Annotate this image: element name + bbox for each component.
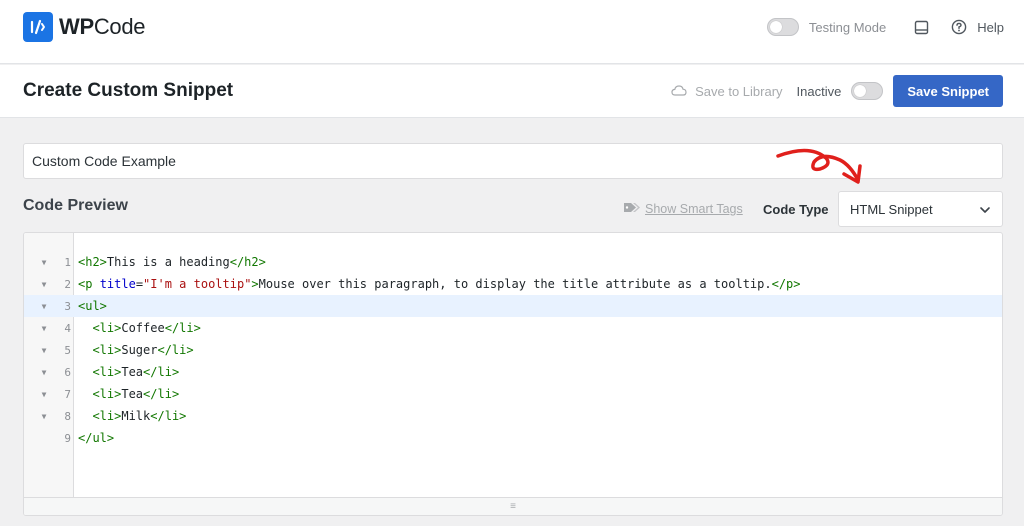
- code-token: <h2>: [78, 255, 107, 269]
- logo-text-wp: WP: [59, 14, 94, 39]
- line-number: 7: [64, 387, 71, 401]
- code-line[interactable]: ▼ 7 <li>Tea</li>: [24, 383, 1002, 405]
- page-header: Create Custom Snippet Save to Library In…: [0, 65, 1024, 118]
- code-token: </li>: [143, 365, 180, 379]
- line-number: 6: [64, 365, 71, 379]
- fold-triangle-icon[interactable]: ▼: [39, 368, 49, 377]
- toggle-knob: [769, 21, 782, 33]
- top-actions: Testing Mode Help: [766, 18, 1004, 36]
- code-preview-label: Code Preview: [23, 197, 128, 214]
- tag-icon: [623, 201, 641, 217]
- code-token: =: [135, 277, 144, 291]
- code-line[interactable]: 9 </ul>: [24, 427, 1002, 449]
- code-text: <li>Milk</li>: [78, 409, 186, 423]
- code-lines: ▼ 1 <h2>This is a heading</h2> ▼ 2 <p ti…: [24, 251, 1002, 449]
- code-text: <ul>: [78, 299, 107, 313]
- code-line[interactable]: ▼ 5 <li>Suger</li>: [24, 339, 1002, 361]
- fold-triangle-icon[interactable]: ▼: [39, 324, 49, 333]
- code-token: </li>: [143, 387, 180, 401]
- code-token: title: [99, 277, 136, 291]
- code-token: <li>: [92, 321, 122, 335]
- toggle-knob: [854, 85, 867, 97]
- code-type-select[interactable]: HTML Snippet: [838, 191, 1003, 227]
- code-token: <li>: [92, 409, 122, 423]
- fold-triangle-icon[interactable]: ▼: [39, 280, 49, 289]
- code-token: </ul>: [78, 431, 115, 445]
- line-number: 4: [64, 321, 71, 335]
- header-actions: Save to Library Inactive Save Snippet: [671, 75, 1003, 107]
- code-line-active[interactable]: ▼ 3 <ul>: [24, 295, 1002, 317]
- line-number: 9: [64, 431, 71, 445]
- active-toggle[interactable]: [851, 82, 884, 100]
- code-token: >: [251, 277, 259, 291]
- annotation-arrow: [770, 138, 870, 195]
- line-number: 8: [64, 409, 71, 423]
- code-token: This is a heading: [106, 255, 230, 269]
- fold-triangle-icon[interactable]: ▼: [39, 346, 49, 355]
- code-line[interactable]: ▼ 1 <h2>This is a heading</h2>: [24, 251, 1002, 273]
- code-token: Suger: [121, 343, 158, 357]
- code-line[interactable]: ▼ 6 <li>Tea</li>: [24, 361, 1002, 383]
- code-token: <li>: [92, 365, 122, 379]
- code-token: Milk: [121, 409, 151, 423]
- logo-text-code: Code: [93, 14, 146, 39]
- wpcode-logo-icon: [23, 12, 53, 42]
- line-number: 3: [64, 299, 71, 313]
- fold-triangle-icon[interactable]: ▼: [39, 258, 49, 267]
- wpcode-logo[interactable]: WPCode: [23, 12, 146, 42]
- fold-triangle-icon[interactable]: ▼: [39, 302, 49, 311]
- page-title: Create Custom Snippet: [23, 80, 234, 101]
- show-smart-tags-link[interactable]: Show Smart Tags: [623, 201, 743, 217]
- code-text: <p title="I'm a tooltip">Mouse over this…: [78, 277, 801, 291]
- screen-options-icon[interactable]: [914, 20, 929, 35]
- code-token: <li>: [92, 343, 122, 357]
- line-number: 2: [64, 277, 71, 291]
- code-token: </h2>: [229, 255, 266, 269]
- top-bar: WPCode Testing Mode Help: [0, 0, 1024, 64]
- code-text: <li>Tea</li>: [78, 365, 179, 379]
- code-token: </p>: [771, 277, 801, 291]
- line-number: 5: [64, 343, 71, 357]
- code-text: <li>Tea</li>: [78, 387, 179, 401]
- code-type-value: HTML Snippet: [850, 201, 933, 217]
- code-text: </ul>: [78, 431, 114, 445]
- logo-text: WPCode: [59, 14, 146, 40]
- fold-triangle-icon[interactable]: ▼: [39, 390, 49, 399]
- status-label: Inactive: [796, 83, 842, 99]
- save-to-library-label: Save to Library: [695, 83, 783, 99]
- code-token: Coffee: [121, 321, 165, 335]
- code-token: <p: [78, 277, 93, 291]
- line-number: 1: [64, 255, 71, 269]
- code-text: <li>Suger</li>: [78, 343, 194, 357]
- testing-mode-label: Testing Mode: [808, 19, 887, 35]
- code-type-label: Code Type: [763, 202, 829, 217]
- code-token: Mouse over this paragraph, to display th…: [258, 277, 772, 291]
- code-line[interactable]: ▼ 4 <li>Coffee</li>: [24, 317, 1002, 339]
- code-token: <li>: [92, 387, 122, 401]
- help-link[interactable]: Help: [977, 20, 1004, 35]
- resize-handle-icon[interactable]: ≡: [24, 497, 1002, 515]
- code-text: <li>Coffee</li>: [78, 321, 201, 335]
- testing-mode-toggle[interactable]: [766, 18, 799, 36]
- code-token: "I'm a tooltip": [143, 277, 252, 291]
- show-smart-tags-label: Show Smart Tags: [645, 202, 743, 216]
- code-token: Tea: [121, 365, 144, 379]
- save-to-library-button[interactable]: Save to Library: [671, 83, 783, 99]
- code-text: <h2>This is a heading</h2>: [78, 255, 266, 269]
- code-token: </li>: [164, 321, 201, 335]
- code-token: Tea: [121, 387, 144, 401]
- fold-triangle-icon[interactable]: ▼: [39, 412, 49, 421]
- chevron-down-icon: [979, 202, 991, 217]
- code-line[interactable]: ▼ 8 <li>Milk</li>: [24, 405, 1002, 427]
- code-token: <ul>: [78, 299, 107, 313]
- help-circle-icon[interactable]: [951, 19, 967, 35]
- code-token: </li>: [157, 343, 194, 357]
- save-snippet-button[interactable]: Save Snippet: [893, 75, 1003, 107]
- code-line[interactable]: ▼ 2 <p title="I'm a tooltip">Mouse over …: [24, 273, 1002, 295]
- code-token: </li>: [150, 409, 187, 423]
- cloud-icon: [671, 84, 687, 99]
- code-editor[interactable]: ▼ 1 <h2>This is a heading</h2> ▼ 2 <p ti…: [23, 232, 1003, 516]
